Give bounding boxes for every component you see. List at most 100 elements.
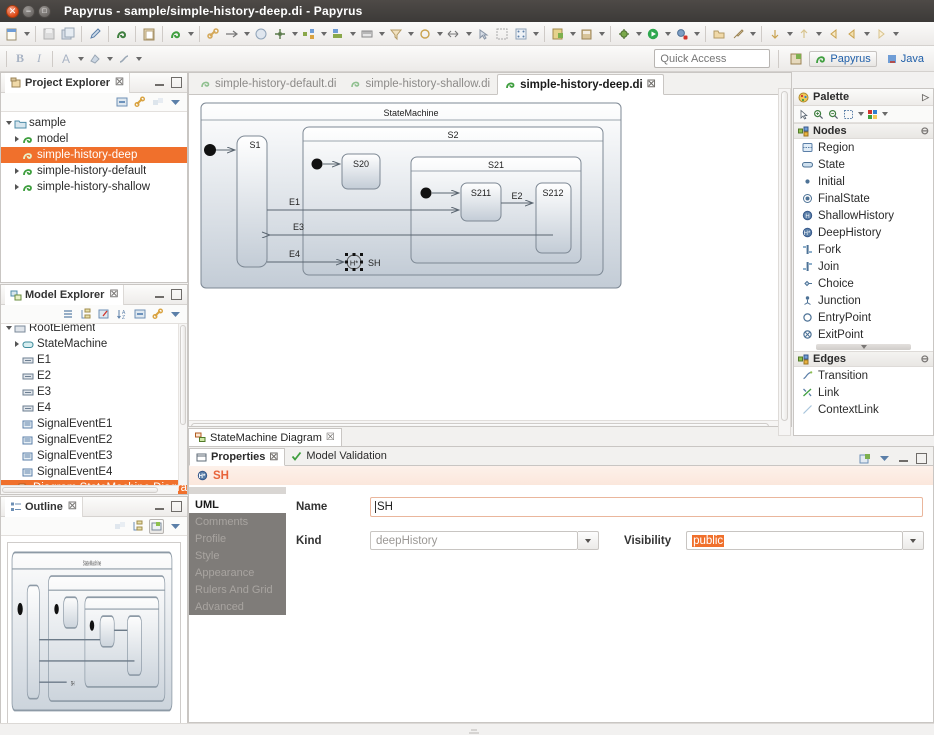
new-dropdown-caret[interactable] (22, 25, 31, 43)
palette-group-nodes[interactable]: Nodes ⊖ (794, 123, 933, 139)
link-chain-icon[interactable] (204, 25, 222, 43)
palette-item-contextlink[interactable]: ContextLink (794, 401, 933, 418)
side-tab-advanced[interactable]: Advanced (189, 598, 286, 615)
model-explorer-scrollbar-horizontal[interactable] (1, 485, 178, 494)
tab-outline[interactable]: Outline ☒ (5, 496, 83, 517)
collapse-all-icon[interactable] (115, 96, 128, 109)
outline-thumbnail[interactable]: StateMachine SH (7, 542, 181, 728)
list-icon[interactable] (61, 308, 74, 321)
back-nav-caret[interactable] (862, 25, 871, 43)
layout-icon[interactable] (271, 25, 289, 43)
align-caret[interactable] (348, 25, 357, 43)
perspective-papyrus[interactable]: Papyrus (809, 50, 877, 67)
line-color-icon[interactable] (115, 50, 133, 68)
papyrus-new-model-icon[interactable] (113, 25, 131, 43)
layout-caret[interactable] (290, 25, 299, 43)
distribute-caret[interactable] (319, 25, 328, 43)
new-properties-view-icon[interactable] (858, 452, 871, 465)
palette-pin-icon[interactable]: ▷ (922, 92, 929, 103)
snap-grid-icon[interactable] (512, 25, 530, 43)
name-input[interactable]: SH (370, 497, 923, 517)
new-java-class-caret[interactable] (568, 25, 577, 43)
tree-item-e3[interactable]: E3 (1, 384, 187, 400)
visibility-dropdown-button[interactable] (903, 531, 925, 550)
tree-icon[interactable] (79, 308, 92, 321)
palette-item-choice[interactable]: Choice (794, 275, 933, 292)
twisty-icon[interactable] (12, 163, 21, 179)
view-menu-icon[interactable] (151, 96, 164, 109)
close-icon[interactable]: ☒ (115, 77, 124, 88)
palette-item-fork[interactable]: Fork (794, 241, 933, 258)
resize-grip[interactable] (467, 726, 481, 734)
arrow-right-icon[interactable] (223, 25, 241, 43)
tree-item-statemachine[interactable]: StateMachine (1, 336, 187, 352)
prev-annotation-icon[interactable] (795, 25, 813, 43)
refresh-icon[interactable] (252, 25, 270, 43)
close-icon[interactable]: ☒ (326, 432, 335, 443)
palette-item-initial[interactable]: Initial (794, 173, 933, 190)
zoom-out-icon[interactable] (827, 108, 840, 121)
prev-annotation-caret[interactable] (814, 25, 823, 43)
palette-scrollbar-vertical[interactable] (778, 88, 791, 436)
model-explorer-tree[interactable]: RootElement StateMachine E1 E2 E3 E4 Sig… (1, 324, 187, 494)
italic-button[interactable]: I (30, 50, 48, 68)
next-annotation-caret[interactable] (785, 25, 794, 43)
edit-icon[interactable] (97, 308, 110, 321)
twisty-icon[interactable] (12, 131, 21, 147)
papyrus-model-caret[interactable] (186, 25, 195, 43)
close-icon[interactable]: ☒ (109, 289, 118, 300)
scrollbar-thumb[interactable] (2, 487, 158, 493)
kind-input[interactable]: deepHistory (370, 531, 578, 550)
perspective-java[interactable]: Java (881, 52, 929, 66)
twisty-icon[interactable] (12, 179, 21, 195)
external-tools-caret[interactable] (692, 25, 701, 43)
minimize-icon[interactable] (154, 501, 165, 512)
run-caret[interactable] (663, 25, 672, 43)
line-color-caret[interactable] (134, 50, 143, 68)
visibility-input[interactable]: public (686, 531, 904, 550)
close-icon[interactable]: ☒ (68, 501, 77, 512)
tree-item-e4[interactable]: E4 (1, 400, 187, 416)
debug-icon[interactable] (615, 25, 633, 43)
debug-caret[interactable] (634, 25, 643, 43)
new-package-icon[interactable] (578, 25, 596, 43)
tree-item-rootelement[interactable]: RootElement (1, 324, 187, 336)
palette-item-exitpoint[interactable]: ExitPoint (794, 326, 933, 343)
palette-item-junction[interactable]: Junction (794, 292, 933, 309)
sync-icon[interactable] (416, 25, 434, 43)
back-nav-icon[interactable] (843, 25, 861, 43)
select-tool-icon[interactable] (797, 108, 810, 121)
minimize-button[interactable]: − (22, 4, 35, 18)
palette-item-entrypoint[interactable]: EntryPoint (794, 309, 933, 326)
format-caret-icon[interactable] (881, 108, 888, 120)
marquee-icon[interactable] (842, 108, 855, 121)
scrollbar-thumb[interactable] (180, 325, 186, 425)
tab-statemachine-diagram[interactable]: StateMachine Diagram ☒ (188, 428, 342, 446)
open-perspective-icon[interactable] (787, 50, 805, 68)
collapse-all-icon[interactable] (133, 308, 146, 321)
kind-dropdown-button[interactable] (578, 531, 599, 550)
editor-tab-simple-history-deep[interactable]: simple-history-deep.di ☒ (497, 74, 664, 95)
marquee-caret-icon[interactable] (857, 108, 864, 120)
hide-icon[interactable] (113, 520, 126, 533)
new-icon[interactable] (3, 25, 21, 43)
forward-nav-caret[interactable] (891, 25, 900, 43)
tab-model-explorer[interactable]: Model Explorer ☒ (5, 284, 125, 305)
side-tab-appearance[interactable]: Appearance (189, 564, 286, 581)
minimize-icon[interactable] (898, 453, 909, 464)
palette-group-edges[interactable]: Edges ⊖ (794, 351, 933, 367)
palette-item-link[interactable]: Link (794, 384, 933, 401)
align-icon[interactable] (329, 25, 347, 43)
outline-body[interactable]: StateMachine SH (1, 536, 187, 734)
collapse-icon[interactable]: ⊖ (921, 354, 929, 365)
ruler-icon[interactable] (358, 25, 376, 43)
tab-model-validation[interactable]: Model Validation (285, 447, 393, 465)
tree-item-sample[interactable]: sample (1, 115, 187, 131)
scrollbar-thumb[interactable] (781, 91, 788, 421)
view-menu-chevron-icon[interactable] (169, 520, 182, 533)
view-menu-chevron-icon[interactable] (169, 96, 182, 109)
resize-icon[interactable] (445, 25, 463, 43)
palette-item-finalstate[interactable]: FinalState (794, 190, 933, 207)
grid-toggle-icon[interactable] (493, 25, 511, 43)
tree-item-signaleventE4[interactable]: SignalEventE4 (1, 464, 187, 480)
